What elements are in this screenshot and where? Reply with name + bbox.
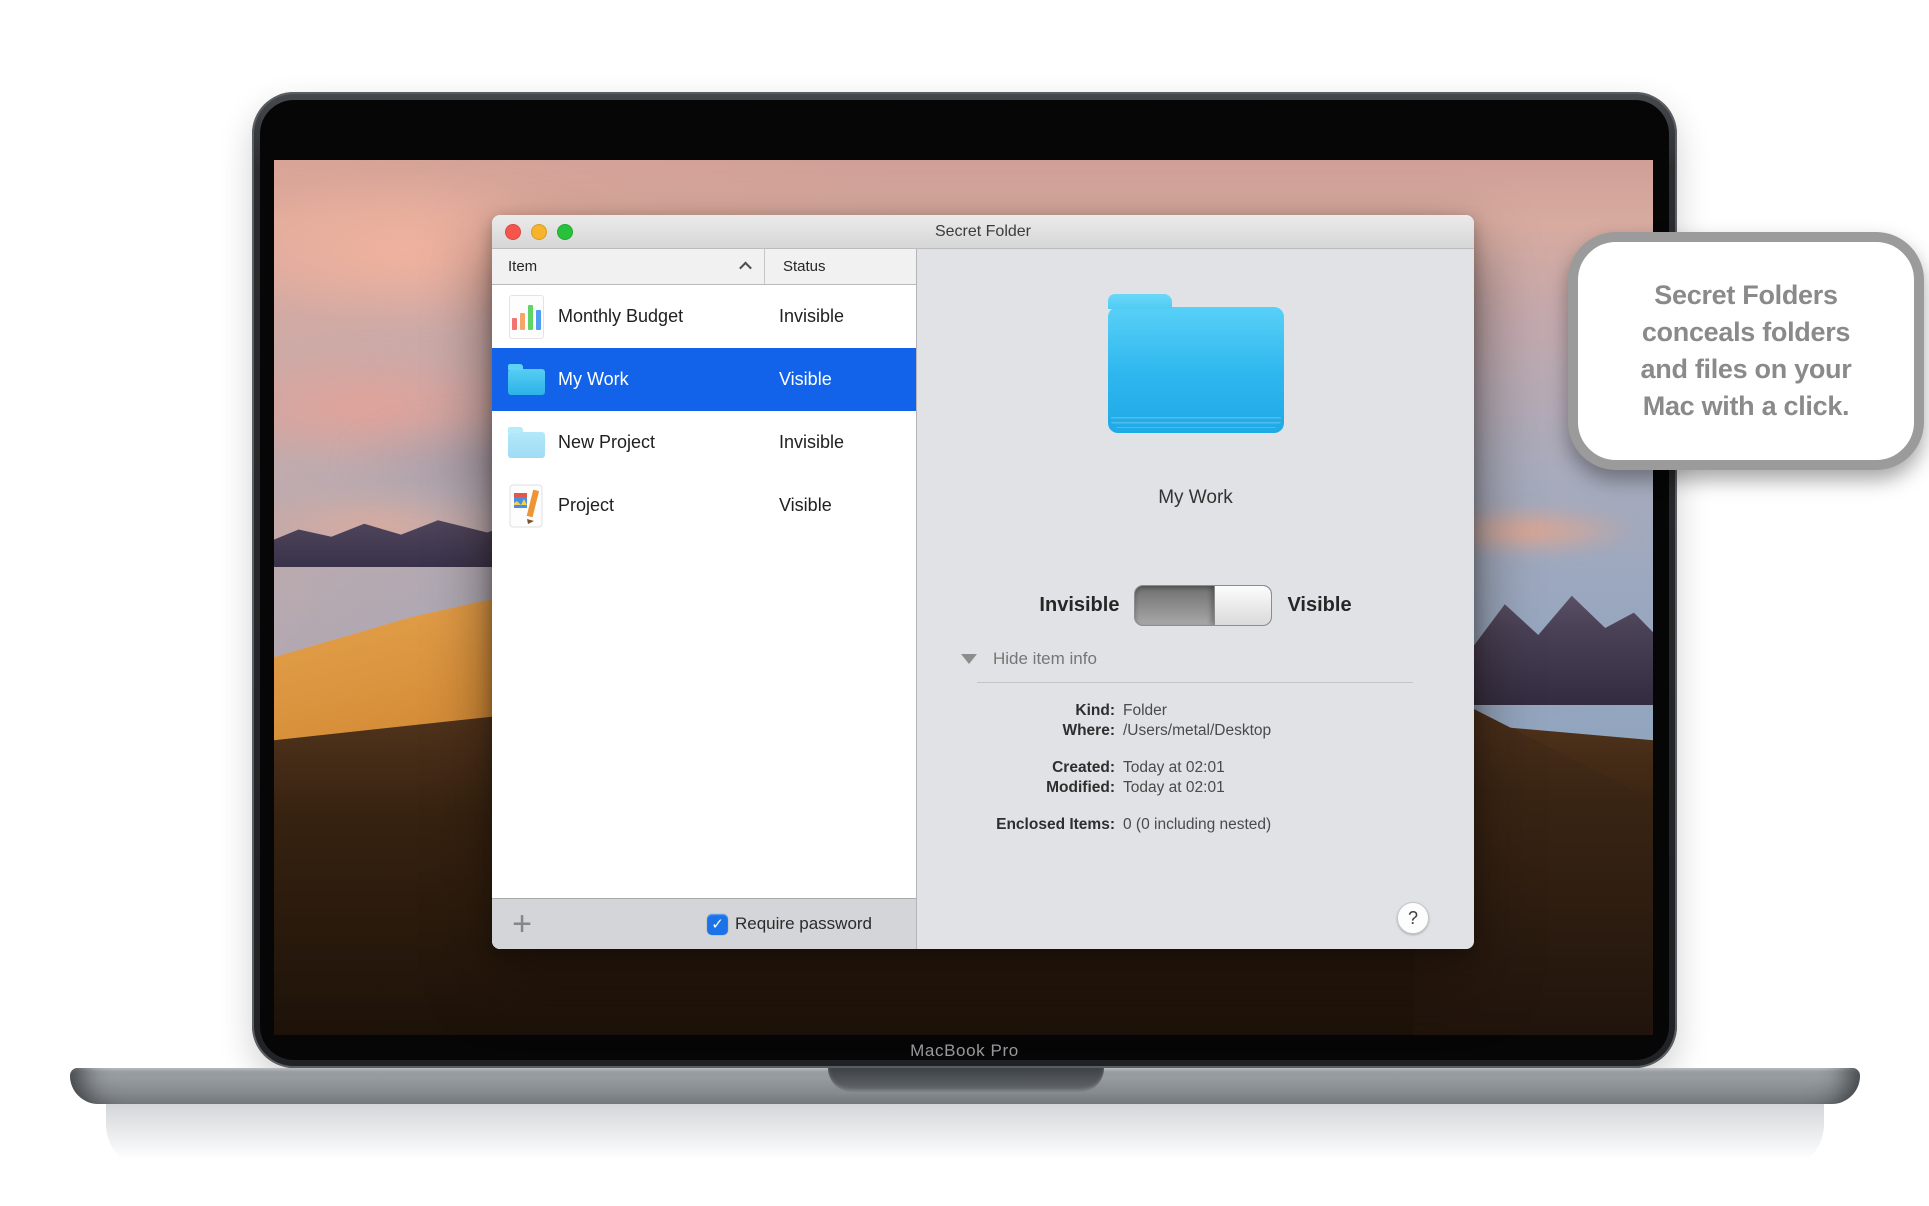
callout-line: conceals folders: [1641, 317, 1851, 347]
folder-icon: [505, 355, 547, 405]
scene: MacBook Pro Secret Folder Item Status Mo…: [0, 0, 1929, 1206]
traffic-lights: [505, 215, 573, 248]
item-name: Monthly Budget: [558, 306, 684, 326]
visible-label: Visible: [1287, 594, 1352, 616]
app-window: Secret Folder Item Status Monthly Budget…: [492, 215, 1474, 949]
zoom-button[interactable]: [557, 223, 573, 240]
info-row-enclosed-items: Enclosed Items: 0 (0 including nested): [917, 815, 1474, 835]
checkbox-checked-icon[interactable]: ✓: [707, 913, 728, 935]
info-value: /Users/metal/Desktop: [1123, 722, 1272, 739]
item-list-pane: Item Status Monthly Budget Invisible My …: [492, 249, 917, 949]
item-name: New Project: [558, 432, 656, 452]
item-name: Project: [558, 495, 615, 515]
column-header-status[interactable]: Status: [765, 249, 916, 284]
hide-item-info-label: Hide item info: [993, 649, 1097, 668]
window-title: Secret Folder: [934, 222, 1032, 240]
chart-icon: [505, 292, 547, 342]
invisible-label: Invisible: [1039, 594, 1120, 616]
item-info-block: Kind: Folder Where: /Users/metal/Desktop…: [917, 701, 1474, 835]
macbook-base: [70, 1068, 1860, 1170]
item-status: Visible: [779, 495, 832, 515]
window-titlebar[interactable]: Secret Folder: [492, 215, 1474, 249]
info-label: Kind:: [1075, 702, 1115, 719]
visibility-toggle[interactable]: [1134, 585, 1273, 626]
disclosure-triangle-icon: [961, 654, 977, 664]
list-header: Item Status: [492, 249, 916, 285]
document-icon: [505, 481, 547, 531]
item-name: My Work: [558, 369, 629, 389]
info-value: Folder: [1123, 702, 1167, 719]
callout-bubble: Secret Folders conceals folders and file…: [1568, 232, 1924, 470]
detail-item-name: My Work: [1158, 487, 1233, 508]
list-bottom-bar: + ✓ Require password: [492, 898, 916, 949]
window-body: Item Status Monthly Budget Invisible My …: [492, 249, 1474, 949]
macbook-lid-notch: [828, 1068, 1104, 1092]
item-status: Invisible: [779, 306, 845, 326]
require-password-label: Require password: [735, 914, 873, 933]
info-row-created: Created: Today at 02:01: [917, 758, 1474, 778]
close-button[interactable]: [505, 223, 521, 240]
sort-ascending-icon: [739, 261, 752, 275]
info-value: 0 (0 including nested): [1123, 816, 1272, 833]
info-label: Enclosed Items:: [996, 816, 1115, 833]
info-row-modified: Modified: Today at 02:01: [917, 778, 1474, 798]
callout-line: Mac with a click.: [1642, 391, 1850, 421]
toggle-knob[interactable]: [1214, 586, 1272, 625]
list-item-new-project[interactable]: New Project Invisible: [492, 411, 916, 474]
column-header-item[interactable]: Item: [492, 249, 765, 284]
info-value: Today at 02:01: [1123, 779, 1225, 796]
macbook-logo-label: MacBook Pro: [910, 1041, 1019, 1060]
list-item-project[interactable]: Project Visible: [492, 474, 916, 537]
info-label: Modified:: [1046, 779, 1115, 796]
list-item-monthly-budget[interactable]: Monthly Budget Invisible: [492, 285, 916, 348]
column-header-item-label: Item: [508, 258, 538, 275]
add-item-button[interactable]: +: [504, 899, 540, 949]
info-label: Created:: [1052, 759, 1115, 776]
info-divider: [977, 682, 1413, 683]
column-header-status-label: Status: [783, 258, 826, 275]
minimize-button[interactable]: [531, 223, 547, 240]
help-button[interactable]: ?: [1397, 902, 1429, 934]
hide-item-info-disclosure[interactable]: Hide item info: [961, 649, 1097, 669]
info-value: Today at 02:01: [1123, 759, 1225, 776]
callout-line: Secret Folders: [1654, 280, 1838, 310]
info-row-kind: Kind: Folder: [917, 701, 1474, 721]
item-status: Visible: [779, 369, 832, 389]
big-folder-icon: [1107, 294, 1284, 433]
info-row-where: Where: /Users/metal/Desktop: [917, 721, 1474, 741]
callout-line: and files on your: [1640, 354, 1852, 384]
detail-pane: My Work Invisible Visible Hide item info…: [917, 249, 1474, 949]
item-status: Invisible: [779, 432, 845, 452]
visibility-toggle-row: Invisible Visible: [917, 585, 1474, 626]
folder-faded-icon: [505, 418, 547, 468]
info-label: Where:: [1062, 722, 1115, 739]
list-item-my-work[interactable]: My Work Visible: [492, 348, 916, 411]
item-list: Monthly Budget Invisible My Work Visible…: [492, 285, 916, 898]
require-password-control[interactable]: ✓ Require password: [707, 899, 872, 949]
